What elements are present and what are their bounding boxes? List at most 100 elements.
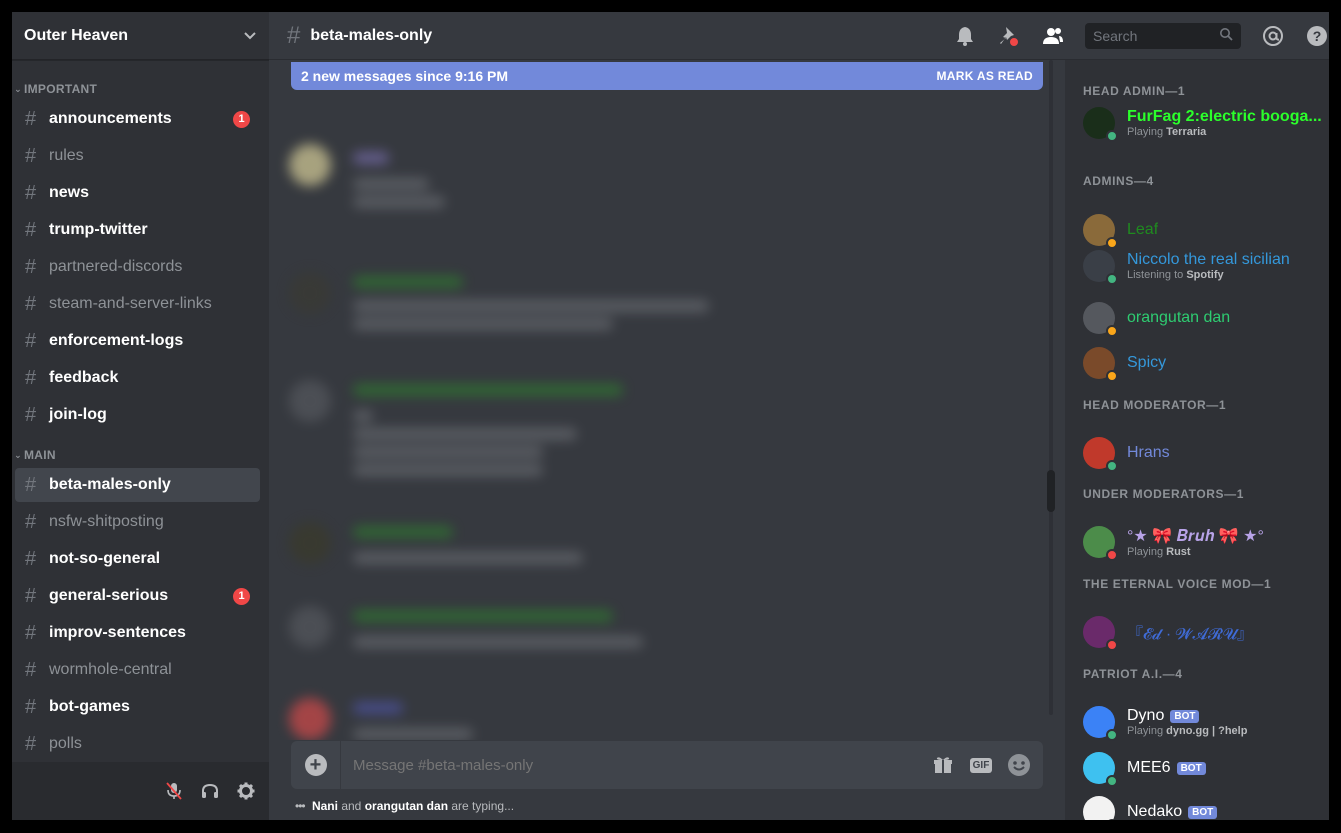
channel-item-nsfw-shitposting[interactable]: # nsfw-shitposting [15,505,260,539]
member-name: Nedako [1127,803,1183,820]
channel-item-rules[interactable]: # rules [15,139,260,173]
scrollbar-track[interactable] [1049,60,1053,715]
member-name-row: 『𝓔𝓭 · 𝓦𝓐𝓡𝓤』 [1127,620,1253,644]
search-input[interactable]: Search [1085,22,1241,49]
channel-item-not-so-general[interactable]: # not-so-general [15,542,260,576]
channel-item-join-log[interactable]: # join-log [15,398,260,432]
channel-item-steam-and-server-links[interactable]: # steam-and-server-links [15,287,260,321]
activity-name: Terraria [1166,126,1207,138]
mentions-icon[interactable] [1261,24,1285,48]
hash-icon: # [25,107,37,130]
member-name-row: Niccolo the real sicilian [1127,251,1290,269]
member-info: MEE6 BOT [1127,759,1206,777]
members-icon[interactable] [1041,24,1065,48]
typing-and: and [341,799,362,813]
mute-microphone-icon[interactable] [163,780,185,802]
member-item[interactable]: °★ 🎀 𝑩𝒓𝒖𝒉 🎀 ★° Playing Rust [1083,522,1323,562]
hash-icon: # [25,292,37,315]
role-header: PATRIOT A.I.—4 [1083,667,1183,681]
bot-badge: BOT [1170,709,1200,723]
server-header[interactable]: Outer Heaven [12,12,269,60]
gif-icon[interactable]: GIF [967,751,995,779]
chevron-down-icon[interactable] [243,28,257,44]
member-item[interactable]: Dyno BOT Playing dyno.gg | ?help [1083,702,1323,742]
channel-item-beta-males-only[interactable]: # beta-males-only [15,468,260,502]
headphones-icon[interactable] [199,780,221,802]
typing-user: orangutan dan [364,799,449,813]
activity-prefix: Playing [1127,126,1164,138]
scrollbar-thumb[interactable] [1047,470,1055,512]
role-header: THE ETERNAL VOICE MOD—1 [1083,577,1272,591]
channel-item-feedback[interactable]: # feedback [15,361,260,395]
emoji-icon[interactable] [1005,751,1033,779]
channel-name: general-serious [49,587,169,604]
upload-button[interactable]: + [291,741,341,789]
role-header: HEAD ADMIN—1 [1083,84,1186,98]
channel-item-bot-games[interactable]: # bot-games [15,690,260,724]
member-item[interactable]: orangutan dan [1083,298,1323,338]
member-name: 『𝓔𝓭 · 𝓦𝓐𝓡𝓤』 [1127,626,1253,643]
status-idle-icon [1106,325,1118,337]
channel-item-partnered-discords[interactable]: # partnered-discords [15,250,260,284]
avatar [1083,214,1118,249]
member-item[interactable]: FurFag 2:electric booga... Playing Terrar… [1083,103,1323,143]
member-name-row: Nedako BOT [1127,803,1218,820]
channel-item-enforcement-logs[interactable]: # enforcement-logs [15,324,260,358]
channel-item-polls[interactable]: # polls [15,727,260,761]
member-item[interactable]: Leaf [1083,210,1323,250]
hash-icon: # [25,218,37,241]
typing-dots-icon: ••• [295,799,306,813]
new-messages-banner[interactable]: 2 new messages since 9:16 PM MARK AS REA… [291,62,1043,90]
pin-icon[interactable] [997,24,1021,48]
member-item[interactable]: Spicy [1083,343,1323,383]
role-header: ADMINS—4 [1083,174,1154,188]
bell-icon[interactable] [953,24,977,48]
category-label: IMPORTANT [24,82,98,96]
search-placeholder: Search [1093,27,1138,44]
hash-icon: # [25,621,37,644]
member-item[interactable]: Nedako BOT [1083,792,1323,820]
member-name-row: FurFag 2:electric booga... [1127,108,1322,126]
channel-item-wormhole-central[interactable]: # wormhole-central [15,653,260,687]
status-online-icon [1106,460,1118,472]
member-item[interactable]: MEE6 BOT [1083,748,1323,788]
member-name-row: Dyno BOT [1127,707,1247,725]
gift-icon[interactable] [929,751,957,779]
status-dnd-icon [1106,639,1118,651]
message-composer: + GIF [291,741,1043,789]
help-icon[interactable]: ? [1305,24,1329,48]
member-name: Hrans [1127,444,1170,461]
channel-item-announcements[interactable]: # announcements 1 [15,102,260,136]
message-input[interactable] [341,756,929,774]
member-activity: Playing dyno.gg | ?help [1127,725,1247,737]
channel-header: # beta-males-only Search ? [269,12,1329,60]
member-info: 『𝓔𝓭 · 𝓦𝓐𝓡𝓤』 [1127,620,1253,644]
role-header: HEAD MODERATOR—1 [1083,398,1227,412]
channel-name: not-so-general [49,550,161,567]
member-item[interactable]: Hrans [1083,433,1323,473]
member-item[interactable]: 『𝓔𝓭 · 𝓦𝓐𝓡𝓤』 [1083,612,1323,652]
channel-item-news[interactable]: # news [15,176,260,210]
activity-name: dyno.gg | ?help [1166,725,1248,737]
channel-item-trump-twitter[interactable]: # trump-twitter [15,213,260,247]
channel-name: partnered-discords [49,258,183,275]
avatar [1083,752,1118,787]
channel-name: rules [49,147,84,164]
member-name: MEE6 [1127,759,1171,776]
channel-name: join-log [49,406,107,423]
plus-icon: + [304,754,327,776]
category-main[interactable]: ⌄ MAIN [12,446,269,464]
member-item[interactable]: Niccolo the real sicilian Listening to Sp… [1083,246,1323,286]
channel-item-general-serious[interactable]: # general-serious 1 [15,579,260,613]
mark-as-read-button[interactable]: MARK AS READ [937,69,1034,83]
category-important[interactable]: ⌄ IMPORTANT [12,80,269,98]
channel-item-improv-sentences[interactable]: # improv-sentences [15,616,260,650]
activity-name: Spotify [1186,269,1224,281]
activity-prefix: Playing [1127,546,1164,558]
gear-icon[interactable] [235,780,257,802]
status-online-icon [1106,273,1118,285]
member-name: orangutan dan [1127,309,1231,326]
hash-icon: # [25,695,37,718]
hash-icon: # [25,473,37,496]
channel-sidebar: Outer Heaven ⌄ IMPORTANT # announcements 1… [12,12,269,820]
